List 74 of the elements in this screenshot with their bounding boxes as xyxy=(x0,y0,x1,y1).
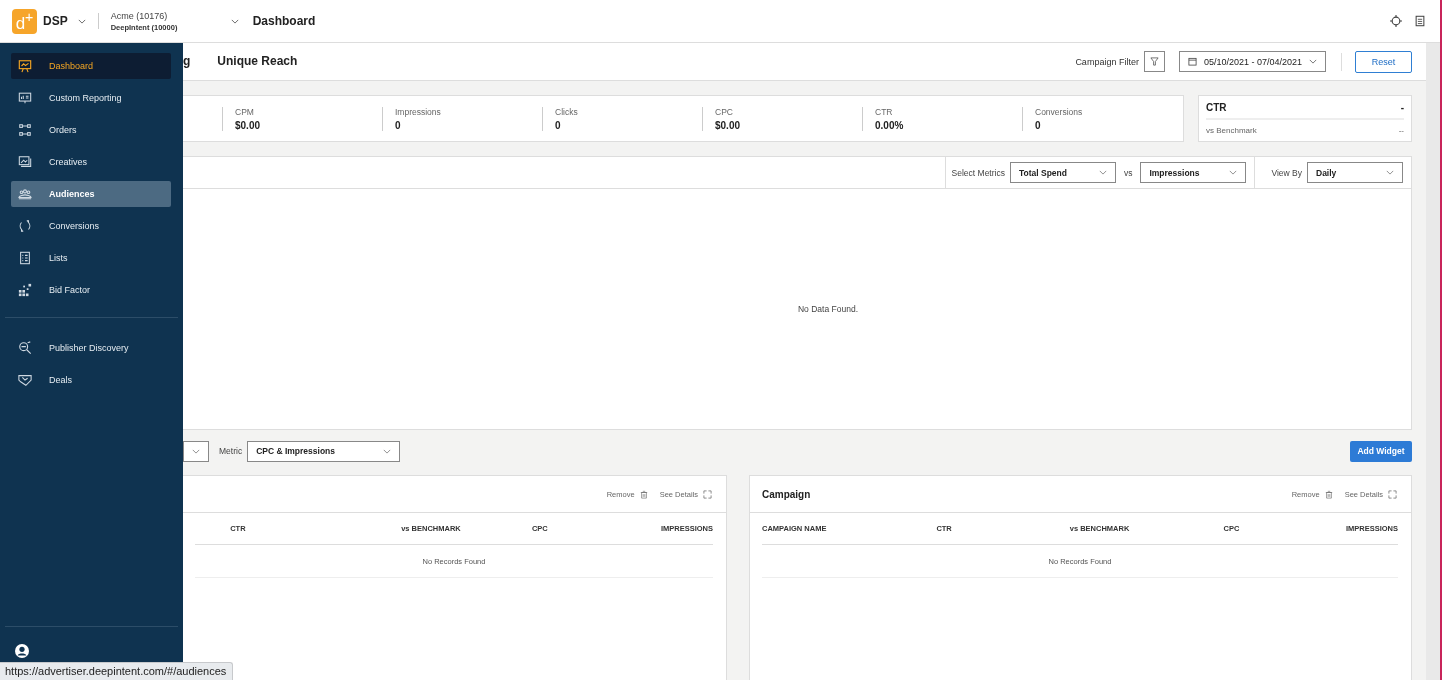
filter-button[interactable] xyxy=(1143,51,1165,72)
chevron-down-icon xyxy=(383,448,392,454)
trash-icon xyxy=(639,489,648,499)
refresh-arrows-icon xyxy=(18,219,32,233)
metric-dropdown[interactable]: Total Spend xyxy=(1009,162,1116,183)
chevron-down-icon xyxy=(1098,170,1107,175)
date-range-picker[interactable]: 05/10/2021 - 07/04/2021 xyxy=(1178,51,1326,72)
sidebar-item[interactable]: Lists xyxy=(11,245,171,271)
trash-icon xyxy=(1324,489,1333,499)
people-icon xyxy=(18,187,32,201)
stat-value: $0.00 xyxy=(235,119,262,131)
tab[interactable]: g xyxy=(183,47,191,76)
ctr-value: - xyxy=(1400,102,1404,113)
chevron-down-icon xyxy=(1386,170,1394,175)
ctr-title: CTR xyxy=(1206,102,1227,113)
stat-label: CPC xyxy=(715,106,734,117)
monitor-chart-icon xyxy=(18,91,32,105)
view-by-label: View By xyxy=(1271,167,1302,178)
search-icon xyxy=(18,341,32,355)
chevron-down-icon[interactable] xyxy=(230,18,239,24)
add-widget-button[interactable]: Add Widget xyxy=(1350,440,1412,462)
chevron-down-icon xyxy=(192,448,200,454)
stat-value: 0 xyxy=(555,119,562,131)
sidebar-item[interactable]: Publisher Discovery xyxy=(11,335,171,361)
stat-label: Clicks xyxy=(555,106,579,117)
metric-dropdown[interactable]: CPC & Impressions xyxy=(247,440,401,462)
select-metrics-label: Select Metrics xyxy=(951,167,1005,178)
widget-title: Campaign xyxy=(762,488,811,500)
user-avatar-icon[interactable] xyxy=(15,644,29,658)
reset-button[interactable]: Reset xyxy=(1355,50,1412,73)
sidebar-item[interactable]: Conversions xyxy=(11,213,171,239)
crosshair-icon[interactable] xyxy=(1390,15,1402,27)
view-by-dropdown[interactable]: Daily xyxy=(1307,162,1403,183)
nodes-icon xyxy=(18,123,32,137)
sidebar-item[interactable]: Custom Reporting xyxy=(11,85,171,111)
stat-value: $0.00 xyxy=(715,119,742,131)
sidebar-item[interactable]: Orders xyxy=(11,117,171,143)
dropdown[interactable] xyxy=(183,440,209,462)
vs-label: vs xyxy=(1123,167,1133,178)
chevron-down-icon xyxy=(1229,170,1238,175)
stat-label: Impressions xyxy=(395,106,442,117)
account-name: Acme (10176) xyxy=(110,10,169,21)
stat-value: 0 xyxy=(1035,119,1042,131)
chevron-down-icon xyxy=(1309,59,1317,64)
stat-value: 0 xyxy=(395,119,402,131)
empty-message: No Data Found. xyxy=(797,304,858,314)
campaign-filter-label: Campaign Filter xyxy=(1075,56,1139,67)
list-icon xyxy=(18,251,32,265)
metric-label: Metric xyxy=(219,446,243,456)
image-stack-icon xyxy=(18,155,32,169)
expand-icon xyxy=(703,489,712,499)
benchmark-value: -- xyxy=(1398,126,1404,135)
sidebar-item[interactable]: Creatives xyxy=(11,149,171,175)
tab[interactable]: Unique Reach xyxy=(217,47,298,76)
expand-icon xyxy=(1388,489,1397,499)
document-icon[interactable] xyxy=(1414,15,1426,27)
funnel-icon xyxy=(1149,57,1159,66)
dots-grid-icon xyxy=(18,283,32,297)
stat-label: CTR xyxy=(875,106,894,117)
stat-label: Conversions xyxy=(1035,106,1084,117)
status-url: https://advertiser.deepintent.com/#/audiences xyxy=(0,662,234,680)
presentation-board-icon xyxy=(18,59,32,73)
sidebar-item[interactable]: Bid Factor xyxy=(11,277,171,303)
sidebar-item[interactable]: Dashboard xyxy=(11,53,171,79)
page-title: Dashboard xyxy=(252,14,316,28)
chevron-down-icon[interactable] xyxy=(77,18,86,24)
sidebar-item[interactable]: Audiences xyxy=(11,181,171,207)
calendar-icon xyxy=(1187,57,1197,66)
stat-label: CPM xyxy=(235,106,255,117)
sidebar-item[interactable]: Deals xyxy=(11,367,171,393)
benchmark-label: vs Benchmark xyxy=(1206,126,1257,135)
product-name: DSP xyxy=(43,14,68,28)
stat-value: 0.00% xyxy=(875,119,905,131)
metric-dropdown[interactable]: Impressions xyxy=(1140,162,1247,183)
